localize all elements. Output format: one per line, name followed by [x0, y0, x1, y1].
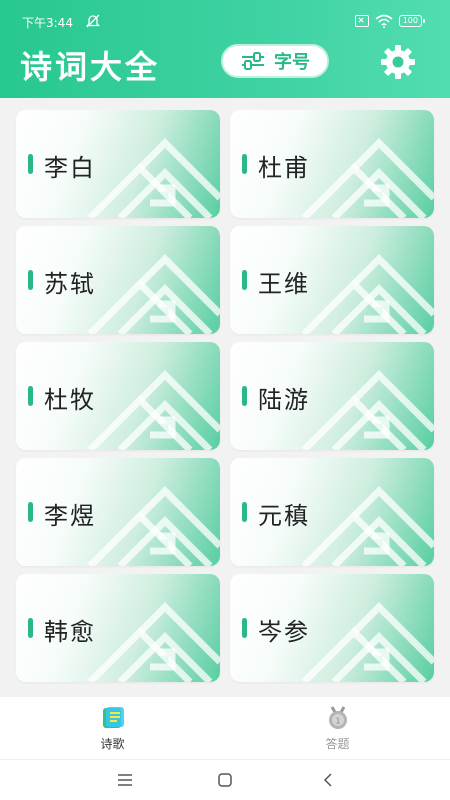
settings-gear-icon[interactable]: [378, 42, 418, 82]
poet-name: 杜牧: [44, 386, 96, 414]
notification-mute-icon: [85, 14, 101, 28]
font-size-slider-icon: [242, 52, 264, 70]
tab-poems-label: 诗歌: [100, 736, 125, 751]
poet-name: 李白: [44, 154, 96, 182]
poet-name: 岑参: [258, 618, 310, 646]
poet-card-7[interactable]: 李煜: [16, 458, 220, 566]
poet-name: 李煜: [44, 502, 96, 530]
poet-card-5[interactable]: 杜牧: [16, 342, 220, 450]
card-pattern-decoration: [87, 602, 220, 682]
font-size-label: 字号: [274, 52, 310, 73]
poet-name: 苏轼: [44, 270, 96, 298]
card-accent-bar: [28, 154, 33, 174]
system-nav-bar: [0, 759, 450, 800]
no-sim-icon: [354, 15, 369, 27]
card-pattern-decoration: [87, 486, 220, 566]
poet-name: 杜甫: [258, 154, 310, 182]
poet-card-8[interactable]: 元稹: [230, 458, 434, 566]
back-icon[interactable]: [320, 772, 338, 788]
card-pattern-decoration: [301, 602, 434, 682]
card-pattern-decoration: [87, 370, 220, 450]
poet-name: 陆游: [258, 386, 310, 414]
card-pattern-decoration: [301, 254, 434, 334]
wifi-icon: [375, 14, 393, 28]
card-accent-bar: [242, 386, 247, 406]
tab-quiz[interactable]: 1 答题: [225, 697, 450, 759]
poet-card-1[interactable]: 李白: [16, 110, 220, 218]
poet-name: 韩愈: [44, 618, 96, 646]
card-pattern-decoration: [301, 370, 434, 450]
app-header: 下午3:44 100 诗词大全 字号: [0, 0, 450, 98]
poet-card-2[interactable]: 杜甫: [230, 110, 434, 218]
poet-grid: 李白 杜甫 苏轼 王维 杜牧 陆游 李煜 元稹 韩愈 岑参: [16, 110, 434, 682]
bottom-tab-bar: 诗歌 1 答题: [0, 697, 450, 759]
battery-icon: 100: [398, 15, 426, 27]
svg-text:1: 1: [335, 716, 340, 725]
card-accent-bar: [28, 502, 33, 522]
card-accent-bar: [242, 618, 247, 638]
status-icons: 100: [354, 14, 426, 28]
poet-card-9[interactable]: 韩愈: [16, 574, 220, 682]
poem-book-icon: [102, 706, 124, 728]
poet-card-6[interactable]: 陆游: [230, 342, 434, 450]
tab-quiz-label: 答题: [325, 736, 350, 751]
card-accent-bar: [28, 618, 33, 638]
app-title: 诗词大全: [20, 48, 161, 86]
tab-poems[interactable]: 诗歌: [0, 697, 225, 759]
status-time: 下午3:44: [22, 16, 73, 30]
poet-card-10[interactable]: 岑参: [230, 574, 434, 682]
menu-icon[interactable]: [116, 772, 134, 788]
card-accent-bar: [242, 502, 247, 522]
poet-card-3[interactable]: 苏轼: [16, 226, 220, 334]
card-pattern-decoration: [87, 138, 220, 218]
font-size-button[interactable]: 字号: [221, 44, 329, 78]
card-pattern-decoration: [301, 138, 434, 218]
quiz-medal-icon: 1: [328, 705, 347, 729]
status-bar: 下午3:44 100: [0, 0, 450, 40]
card-pattern-decoration: [87, 254, 220, 334]
card-accent-bar: [242, 154, 247, 174]
poet-name: 元稹: [258, 502, 310, 530]
poet-card-4[interactable]: 王维: [230, 226, 434, 334]
home-icon[interactable]: [216, 772, 234, 788]
card-pattern-decoration: [301, 486, 434, 566]
card-accent-bar: [28, 386, 33, 406]
poet-name: 王维: [258, 270, 310, 298]
card-accent-bar: [28, 270, 33, 290]
card-accent-bar: [242, 270, 247, 290]
